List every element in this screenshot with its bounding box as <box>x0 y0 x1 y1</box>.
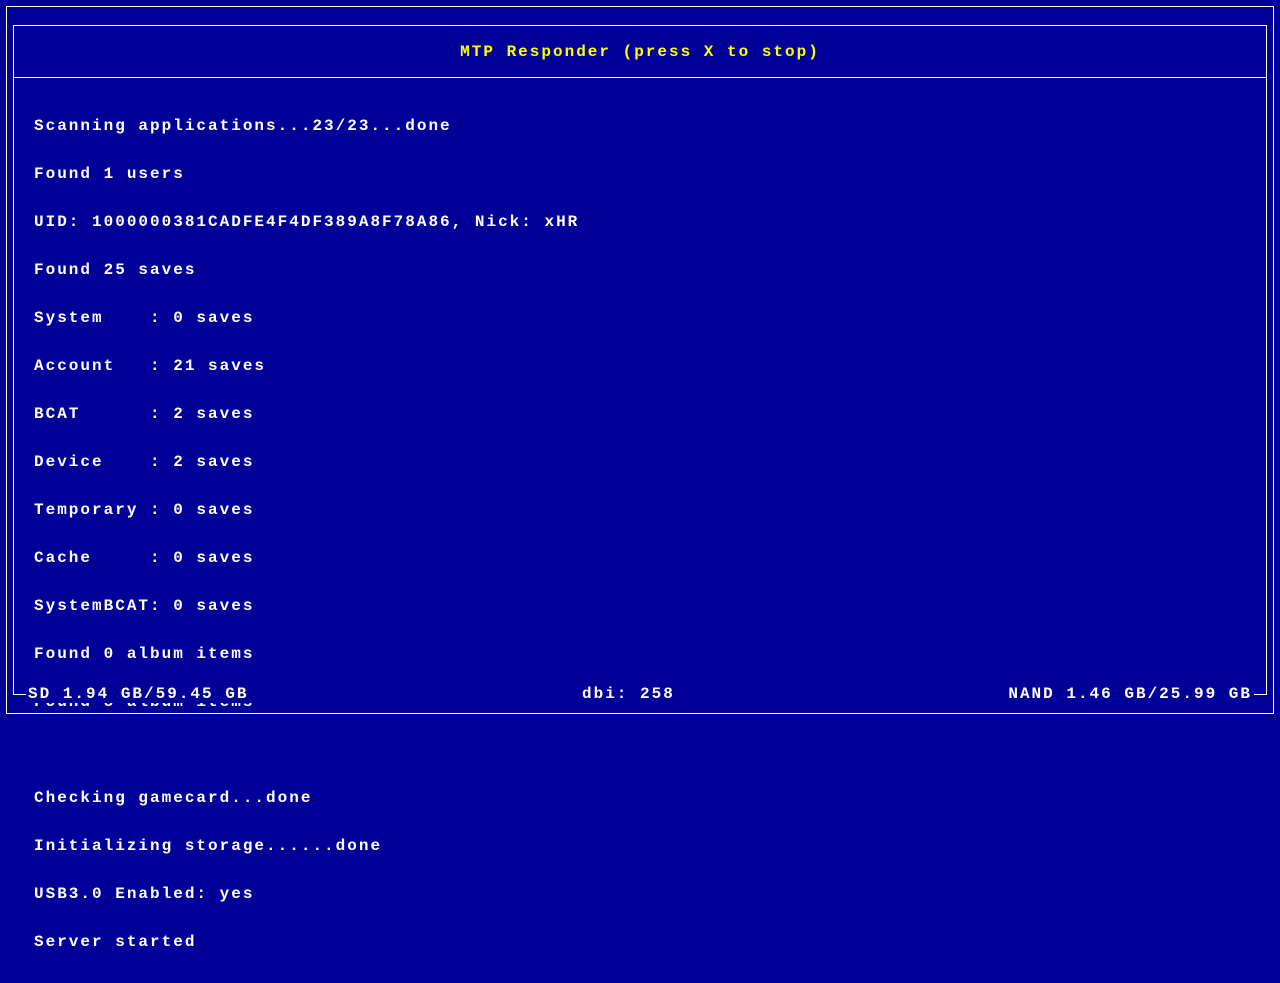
log-line: Checking gamecard...done <box>34 790 1246 806</box>
log-line: SystemBCAT: 0 saves <box>34 598 1246 614</box>
window-title: MTP Responder (press X to stop) <box>460 43 820 61</box>
log-line: Cache : 0 saves <box>34 550 1246 566</box>
nand-status: NAND 1.46 GB/25.99 GB <box>1006 685 1254 703</box>
log-line: System : 0 saves <box>34 310 1246 326</box>
log-line: Found 1 users <box>34 166 1246 182</box>
titlebar: MTP Responder (press X to stop) <box>14 26 1266 78</box>
outer-frame: MTP Responder (press X to stop) Scanning… <box>6 6 1274 714</box>
log-output: Scanning applications...23/23...done Fou… <box>34 86 1246 982</box>
log-line: Account : 21 saves <box>34 358 1246 374</box>
main-panel: MTP Responder (press X to stop) Scanning… <box>13 25 1267 695</box>
log-blank <box>34 742 1246 758</box>
log-line: UID: 1000000381CADFE4F4DF389A8F78A86, Ni… <box>34 214 1246 230</box>
sd-status: SD 1.94 GB/59.45 GB <box>26 685 250 703</box>
dbi-version: dbi: 258 <box>580 685 677 703</box>
log-line: Server started <box>34 934 1246 950</box>
log-line: Found 0 album items <box>34 646 1246 662</box>
log-line: Initializing storage......done <box>34 838 1246 854</box>
log-line: BCAT : 2 saves <box>34 406 1246 422</box>
log-line: Found 25 saves <box>34 262 1246 278</box>
log-line: Device : 2 saves <box>34 454 1246 470</box>
log-line: USB3.0 Enabled: yes <box>34 886 1246 902</box>
log-line: Scanning applications...23/23...done <box>34 118 1246 134</box>
log-line: Temporary : 0 saves <box>34 502 1246 518</box>
status-bar: SD 1.94 GB/59.45 GB dbi: 258 NAND 1.46 G… <box>26 685 1254 703</box>
